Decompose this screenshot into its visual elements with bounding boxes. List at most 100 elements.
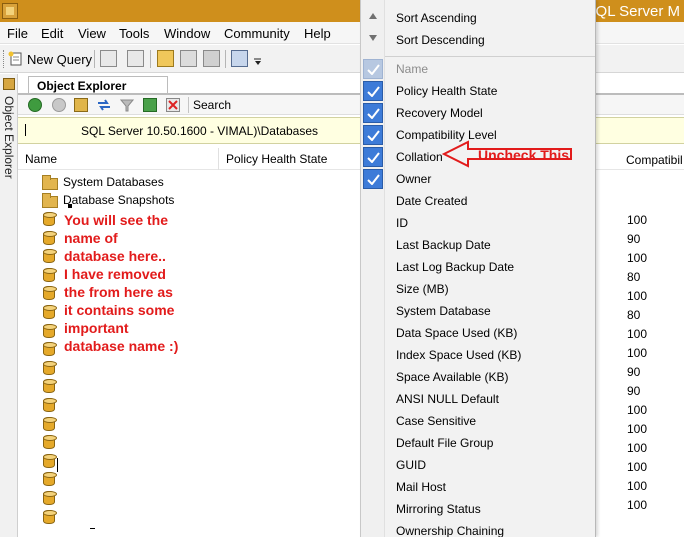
menu-item-ownership-chaining[interactable]: Ownership Chaining [361,520,597,537]
database-icon[interactable] [43,323,57,338]
analysis-query-icon[interactable] [127,50,144,67]
database-engine-query-icon[interactable] [100,50,117,67]
database-icon[interactable] [43,435,57,450]
menu-item-date-created[interactable]: Date Created [361,190,597,212]
menu-file[interactable]: File [7,26,28,41]
menu-item-label: Size (MB) [396,282,449,296]
database-icon[interactable] [43,249,57,264]
checkmark-icon [363,81,383,101]
menu-help[interactable]: Help [304,26,331,41]
object-explorer-dock-tab[interactable]: Object Explorer [0,74,18,537]
compatibility-value: 100 [627,422,648,436]
database-icon[interactable] [43,509,57,524]
menu-item-system-database[interactable]: System Database [361,300,597,322]
forward-icon[interactable] [52,98,66,112]
menu-edit[interactable]: Edit [41,26,63,41]
menu-item-ansi-null-default[interactable]: ANSI NULL Default [361,388,597,410]
list-item-system-databases[interactable]: System Databases [63,175,164,189]
toolbar-grip[interactable] [3,50,6,68]
note-line: database here.. [64,248,166,264]
menu-item-guid[interactable]: GUID [361,454,597,476]
menu-item-id[interactable]: ID [361,212,597,234]
filter-icon[interactable] [119,98,135,112]
database-icon[interactable] [43,305,57,319]
database-icon[interactable] [43,491,57,505]
menu-item-index-space-used-kb[interactable]: Index Space Used (KB) [361,344,597,366]
column-chooser-menu: Sort Ascending Sort Descending Name Polic… [360,0,596,537]
compatibility-value: 100 [627,346,648,360]
up-folder-icon[interactable] [74,98,88,112]
menu-item-mail-host[interactable]: Mail Host [361,476,597,498]
menu-item-data-space-used-kb[interactable]: Data Space Used (KB) [361,322,597,344]
menu-item-default-file-group[interactable]: Default File Group [361,432,597,454]
tab-object-explorer-details[interactable]: Object Explorer Details [28,76,168,107]
sync-icon[interactable] [97,98,111,112]
new-query-icon [8,51,22,66]
new-query-button[interactable]: New Query [8,50,92,68]
menu-item-recovery-model[interactable]: Recovery Model [361,102,597,124]
menu-item-case-sensitive[interactable]: Case Sensitive [361,410,597,432]
menu-tools[interactable]: Tools [119,26,149,41]
menu-item-size-mb[interactable]: Size (MB) [361,278,597,300]
menu-item-label: Date Created [396,194,468,208]
database-icon[interactable] [43,453,57,468]
menu-item-label: Name [396,62,429,76]
activity-monitor-icon[interactable] [231,50,248,67]
list-item-database-snapshots[interactable]: Database Snapshots [63,193,174,207]
menu-item-label: Mail Host [396,480,447,494]
checkmark-icon [363,169,383,189]
checkmark-icon [363,147,383,167]
dock-label: Object Explorer [2,96,16,179]
note-line: name of [64,230,118,246]
menu-item-sort-ascending[interactable]: Sort Ascending [361,7,597,29]
database-icon[interactable] [43,472,57,487]
compatibility-value: 90 [627,365,641,379]
menu-item-label: ANSI NULL Default [396,392,499,406]
column-header-policy-health-state[interactable]: Policy Health State [226,152,327,166]
refresh-icon[interactable] [143,98,157,112]
text-cursor [57,458,58,472]
search-button[interactable]: Search [193,98,231,112]
column-divider[interactable] [218,148,219,170]
note-line: database name :) [64,338,179,354]
stop-icon[interactable] [166,98,180,112]
database-icon[interactable] [43,398,57,412]
database-icon[interactable] [43,379,57,394]
compatibility-value: 100 [627,327,648,341]
database-icon[interactable] [43,212,57,226]
open-file-icon[interactable] [157,50,174,67]
back-icon[interactable] [28,98,42,112]
text-cursor [25,124,26,136]
object-explorer-icon [3,78,15,90]
menu-view[interactable]: View [78,26,106,41]
database-icon[interactable] [43,286,57,301]
toolbar-overflow-icon[interactable] [254,58,262,66]
menu-community[interactable]: Community [224,26,290,41]
new-query-label: New Query [27,51,93,67]
menu-item-policy-health-state[interactable]: Policy Health State [361,80,597,102]
menu-separator [385,56,595,57]
text-cursor [90,528,95,529]
save-icon[interactable] [180,50,197,67]
menu-item-owner[interactable]: Owner [361,168,597,190]
menu-item-last-backup-date[interactable]: Last Backup Date [361,234,597,256]
menu-item-label: Data Space Used (KB) [396,326,518,340]
save-all-icon[interactable] [203,50,220,67]
menu-item-mirroring-status[interactable]: Mirroring Status [361,498,597,520]
app-icon [2,3,18,19]
column-header-compatibility[interactable]: Compatibil [626,153,683,167]
database-icon[interactable] [43,342,57,357]
database-icon[interactable] [43,416,57,431]
database-icon[interactable] [43,230,57,245]
path-text: SQL Server 10.50.1600 - VIMAL)\Databases [81,124,319,138]
compatibility-value: 90 [627,384,641,398]
menu-item-space-available-kb[interactable]: Space Available (KB) [361,366,597,388]
database-icon[interactable] [43,267,57,282]
database-icon[interactable] [43,360,57,375]
menu-item-last-log-backup-date[interactable]: Last Log Backup Date [361,256,597,278]
menu-item-label: Owner [396,172,432,186]
folder-icon [42,193,58,208]
column-header-name[interactable]: Name [25,152,57,166]
menu-window[interactable]: Window [164,26,210,41]
menu-item-sort-descending[interactable]: Sort Descending [361,29,597,51]
